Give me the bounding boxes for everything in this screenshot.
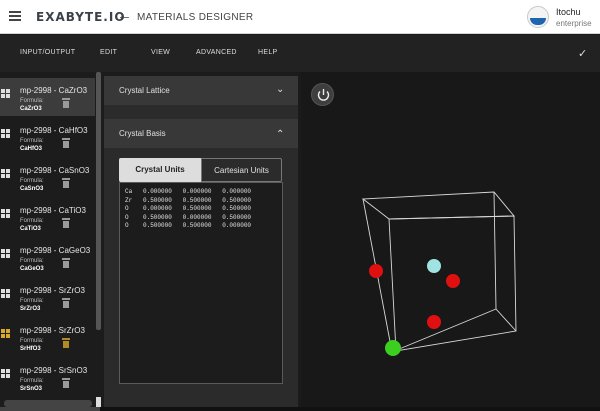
list-item[interactable]: mp-2998 - CaSnO3 Formula: CaSnO3: [0, 158, 95, 196]
grid-icon: [1, 329, 10, 338]
page-title: MATERIALS DESIGNER: [137, 12, 254, 23]
cell-edge: [495, 308, 517, 332]
formula-label: Formula:: [20, 218, 44, 224]
grid-icon: [1, 209, 10, 218]
formula-label: Formula:: [20, 298, 44, 304]
material-title: mp-2998 - SrSnO3: [20, 366, 88, 375]
unit-cell-box: [361, 191, 517, 353]
calcium-atom: [385, 340, 401, 356]
material-title: mp-2998 - CaZrO3: [20, 86, 88, 95]
formula-label: Formula:: [20, 98, 44, 104]
crystal-lattice-header[interactable]: Crystal Lattice ⌄: [104, 76, 298, 105]
basis-line: O 0.500000 0.500000 0.000000: [125, 222, 252, 229]
menu-view[interactable]: VIEW: [151, 49, 170, 56]
basis-text-editor[interactable]: Ca 0.000000 0.000000 0.000000 Zr 0.500000…: [119, 182, 283, 384]
material-formula: SrSnO3: [20, 386, 43, 392]
material-title: mp-2998 - SrZrO3: [20, 326, 85, 335]
formula-label: Formula:: [20, 178, 44, 184]
list-item[interactable]: mp-2998 - CaZrO3 Formula: CaZrO3: [0, 78, 95, 116]
formula-label: Formula:: [20, 338, 44, 344]
list-item[interactable]: mp-2998 - SrZrO3 Formula: SrHfO3: [0, 318, 95, 356]
grid-icon: [1, 249, 10, 258]
list-item[interactable]: mp-2998 - SrSnO3 Formula: SrSnO3: [0, 358, 95, 396]
formula-label: Formula:: [20, 258, 44, 264]
basis-line: Ca 0.000000 0.000000 0.000000: [125, 188, 252, 195]
trash-icon[interactable]: [62, 258, 70, 268]
tab-crystal-units[interactable]: Crystal Units: [119, 158, 201, 182]
crystal-basis-header[interactable]: Crystal Basis ⌃: [104, 119, 298, 148]
formula-label: Formula:: [20, 138, 44, 144]
hamburger-menu-icon[interactable]: [9, 11, 21, 21]
oxygen-atom: [446, 274, 460, 288]
formula-label: Formula:: [20, 378, 44, 384]
grid-icon: [1, 289, 10, 298]
exabyte-logo[interactable]: EXABYTE.IO: [36, 10, 126, 24]
cell-edge: [493, 191, 497, 310]
menu-help[interactable]: HELP: [258, 49, 278, 56]
trash-icon[interactable]: [62, 338, 70, 348]
menu-advanced[interactable]: ADVANCED: [196, 49, 237, 56]
material-title: mp-2998 - CaGeO3: [20, 246, 91, 255]
power-button[interactable]: [311, 83, 334, 106]
material-title: mp-2998 - CaSnO3: [20, 166, 90, 175]
scrollbar-end-handle[interactable]: [96, 397, 101, 407]
back-arrow-icon[interactable]: ←: [117, 8, 132, 24]
grid-icon: [1, 89, 10, 98]
material-formula: SrZrO3: [20, 306, 41, 312]
crystal-basis-title: Crystal Basis: [119, 129, 166, 138]
trash-icon[interactable]: [62, 298, 70, 308]
grid-icon: [1, 129, 10, 138]
materials-list: mp-2998 - CaZrO3 Formula: CaZrO3 mp-2998…: [0, 72, 103, 411]
basis-line: O 0.000000 0.500000 0.500000: [125, 205, 252, 212]
material-formula: SrHfO3: [20, 346, 41, 352]
basis-line: O 0.500000 0.000000 0.500000: [125, 213, 252, 221]
list-item[interactable]: mp-2998 - CaHfO3 Formula: CaHfO3: [0, 118, 95, 156]
user-avatar[interactable]: [527, 6, 549, 28]
menu-edit[interactable]: EDIT: [100, 49, 117, 56]
list-item[interactable]: mp-2998 - CaGeO3 Formula: CaGeO3: [0, 238, 95, 276]
list-item[interactable]: mp-2998 - CaTiO3 Formula: CaTiO3: [0, 198, 95, 236]
trash-icon[interactable]: [62, 178, 70, 188]
list-scrollbar[interactable]: [96, 72, 101, 330]
cell-edge: [391, 308, 497, 353]
material-formula: CaTiO3: [20, 226, 41, 232]
3d-viewer[interactable]: [301, 72, 600, 407]
grid-icon: [1, 369, 10, 378]
menu-input-output[interactable]: INPUT/OUTPUT: [20, 49, 75, 56]
zirconium-atom: [427, 259, 441, 273]
trash-icon[interactable]: [62, 378, 70, 388]
power-icon: [317, 89, 330, 101]
grid-icon: [1, 169, 10, 178]
material-formula: CaSnO3: [20, 186, 44, 192]
check-icon[interactable]: ✓: [578, 47, 587, 60]
cell-edge: [361, 191, 515, 220]
chevron-up-icon: ⌃: [276, 129, 285, 140]
crystal-lattice-title: Crystal Lattice: [119, 86, 170, 95]
oxygen-atom: [427, 315, 441, 329]
chevron-down-icon: ⌄: [276, 84, 285, 95]
user-role: enterprise: [556, 19, 592, 28]
material-formula: CaHfO3: [20, 146, 43, 152]
menu-bar: INPUT/OUTPUT EDIT VIEW ADVANCED HELP ✓: [0, 35, 600, 72]
unit-cell-render: [361, 191, 517, 356]
user-name[interactable]: Itochu: [556, 7, 581, 17]
material-title: mp-2998 - CaTiO3: [20, 206, 86, 215]
material-title: mp-2998 - SrZrO3: [20, 286, 85, 295]
oxygen-atom: [369, 264, 383, 278]
app-header: EXABYTE.IO ← MATERIALS DESIGNER Itochu e…: [0, 0, 600, 34]
material-formula: CaZrO3: [20, 106, 42, 112]
trash-icon[interactable]: [62, 218, 70, 228]
bottom-status-strip: [0, 407, 600, 411]
horizontal-scrollbar[interactable]: [4, 400, 92, 407]
trash-icon[interactable]: [62, 98, 70, 108]
basis-line: Zr 0.500000 0.500000 0.500000: [125, 196, 252, 204]
tab-cartesian-units[interactable]: Cartesian Units: [201, 158, 282, 182]
trash-icon[interactable]: [62, 138, 70, 148]
list-item[interactable]: mp-2998 - SrZrO3 Formula: SrZrO3: [0, 278, 95, 316]
material-title: mp-2998 - CaHfO3: [20, 126, 88, 135]
material-formula: CaGeO3: [20, 266, 44, 272]
